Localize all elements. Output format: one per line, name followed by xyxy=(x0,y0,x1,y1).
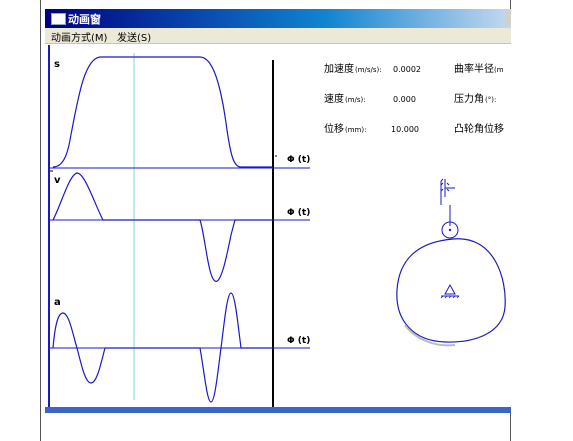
window-icon xyxy=(51,13,66,25)
curvature-label: 曲率半径(m xyxy=(454,62,504,75)
speed-value: 0.000 xyxy=(393,95,416,104)
accel-value: 0.0002 xyxy=(393,65,421,74)
cam-animation-canvas: s v a Φ (t) Φ (t) Φ (t) 加速度(m/s/s): 0.00… xyxy=(48,45,506,410)
displacement-curve xyxy=(52,56,272,168)
outer-frame-left xyxy=(40,0,41,441)
disp-label: 位移(mm): xyxy=(324,122,366,135)
v-axis-label: Φ (t) xyxy=(287,208,310,218)
speed-label: 速度(m/s): xyxy=(324,92,366,105)
roller-pin xyxy=(448,228,452,232)
s-axis-label: Φ (t) xyxy=(287,155,310,165)
cam-disp-label: 凸轮角位移 xyxy=(454,122,504,135)
v-curve-label: v xyxy=(54,175,61,186)
left-border xyxy=(48,45,50,410)
title-bar[interactable]: 动画窗 xyxy=(45,9,511,28)
menu-animation-mode[interactable]: 动画方式(M) xyxy=(51,29,107,44)
s-curve-label: s xyxy=(54,59,60,70)
graph-divider xyxy=(272,60,274,410)
follower-guide xyxy=(440,179,455,205)
a-axis-label: Φ (t) xyxy=(287,336,310,346)
animation-window: 动画窗 动画方式(M) 发送(S) s v a Φ (t) Φ (t) Φ (t… xyxy=(45,9,511,413)
cam-profile xyxy=(396,238,506,343)
menu-bar: 动画方式(M) 发送(S) xyxy=(45,28,511,44)
disp-value: 10.000 xyxy=(391,125,419,134)
status-bar xyxy=(45,407,511,413)
menu-send[interactable]: 发送(S) xyxy=(117,29,151,44)
a-curve-label: a xyxy=(54,297,61,308)
accel-label: 加速度(m/s/s): xyxy=(324,62,382,75)
cam-mechanism xyxy=(396,178,506,347)
velocity-curve xyxy=(52,172,272,282)
window-title: 动画窗 xyxy=(68,13,101,26)
close-button[interactable] xyxy=(505,11,511,25)
pressure-label: 压力角(°): xyxy=(454,92,496,105)
